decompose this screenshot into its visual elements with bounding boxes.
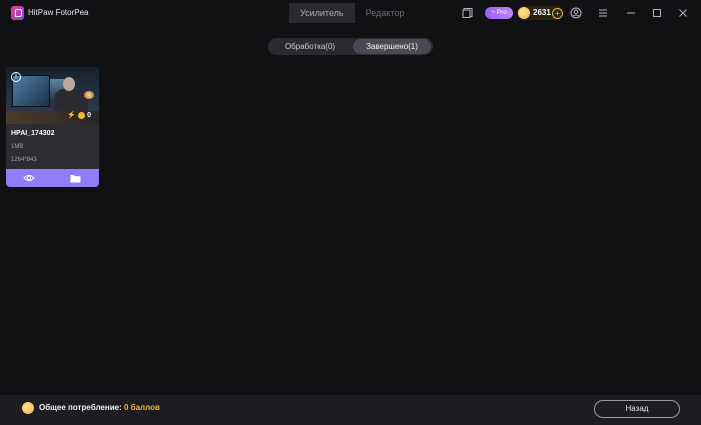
coin-balance[interactable]: 2631 +	[517, 6, 563, 20]
tab-completed[interactable]: Завершено(1)	[353, 39, 431, 54]
total-consumption-value: 0 баллов	[123, 403, 160, 412]
menu-icon[interactable]	[597, 7, 609, 19]
cost-badge: ⚡ 0	[67, 111, 91, 119]
bottom-bar: Общее потребление: 0 баллов Назад	[0, 395, 701, 425]
file-size: 1MB	[11, 144, 24, 150]
eye-icon	[23, 175, 35, 181]
tab-editor[interactable]: Редактор	[355, 3, 416, 23]
back-button[interactable]: Назад	[594, 400, 680, 418]
info-icon[interactable]: !	[11, 72, 21, 82]
app-name: HitPaw FotorPea	[28, 8, 89, 17]
card-actions	[6, 169, 99, 187]
bolt-icon: ⚡	[67, 112, 77, 119]
file-name: HPAI_174302	[11, 130, 55, 137]
add-coins-icon[interactable]: +	[552, 8, 563, 19]
user-icon[interactable]	[570, 7, 582, 19]
close-icon[interactable]	[677, 7, 689, 19]
maximize-icon[interactable]	[651, 7, 663, 19]
screenshot-icon[interactable]	[462, 7, 474, 19]
minimize-icon[interactable]	[625, 7, 637, 19]
tab-enhancer[interactable]: Усилитель	[289, 3, 355, 23]
open-folder-button[interactable]	[52, 169, 98, 187]
status-tabs: Обработка(0) Завершено(1)	[268, 38, 433, 55]
total-consumption-label: Общее потребление:	[39, 403, 122, 412]
pro-button[interactable]: + Pro	[485, 7, 513, 19]
coin-icon	[78, 111, 86, 119]
coin-icon	[518, 7, 530, 19]
result-thumbnail[interactable]: ! ⚡ 0	[6, 67, 99, 124]
title-bar: HitPaw FotorPea Усилитель Редактор + Pro…	[0, 0, 701, 27]
tab-processing[interactable]: Обработка(0)	[268, 38, 352, 55]
total-consumption: Общее потребление: 0 баллов	[39, 403, 160, 412]
app-logo	[11, 6, 24, 20]
folder-icon	[70, 174, 80, 182]
result-card[interactable]: ! ⚡ 0 HPAI_174302 1MB 1264*843	[6, 67, 99, 187]
mode-tabs: Усилитель Редактор	[289, 3, 415, 23]
file-dimensions: 1264*843	[11, 157, 37, 163]
coin-icon	[22, 402, 34, 414]
coin-count: 2631	[533, 8, 551, 17]
preview-button[interactable]	[6, 169, 52, 187]
cost-value: 0	[87, 111, 91, 119]
